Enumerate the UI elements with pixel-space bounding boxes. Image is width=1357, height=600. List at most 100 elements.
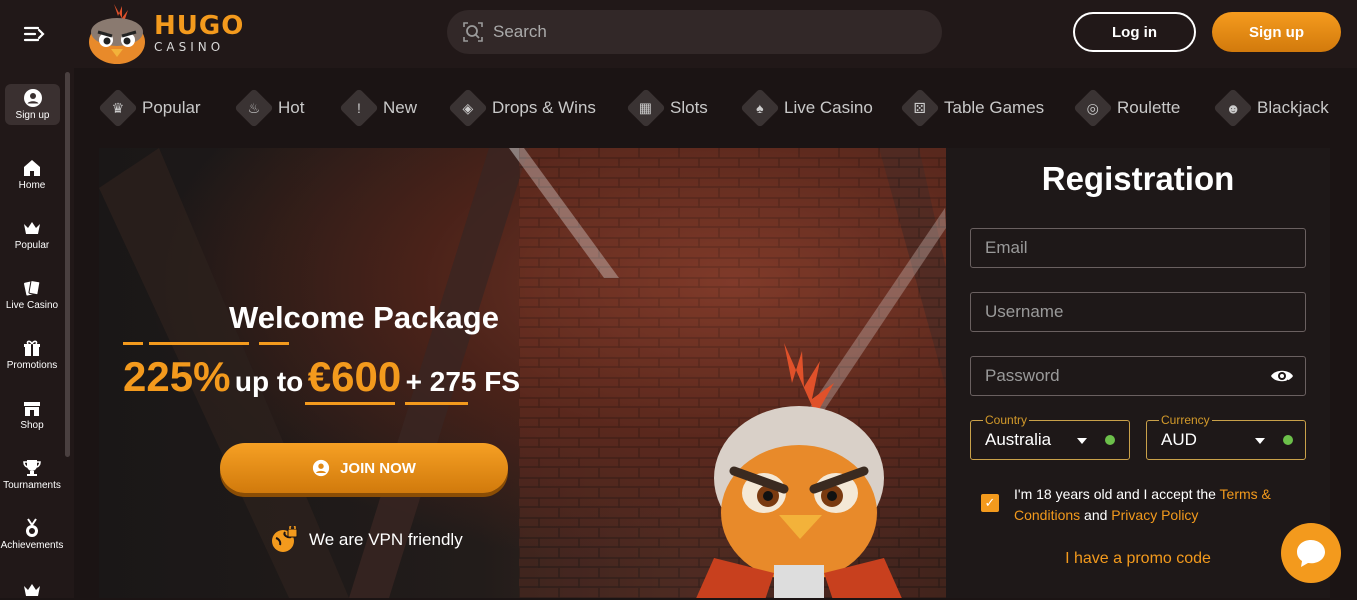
promo-code-link[interactable]: I have a promo code [946,550,1330,568]
search-icon [463,22,483,42]
category-label: Drops & Wins [492,98,596,117]
hero-banner: Welcome Package 225% up to €600 + 275 FS… [99,148,946,598]
bonus-free-spins: + 275 FS [405,366,521,397]
password-field[interactable] [970,356,1306,396]
sidebar-scrollbar[interactable] [65,72,70,457]
currency-select[interactable]: Currency AUD [1146,413,1306,460]
hero-decor-dash [305,402,395,405]
category-table-games[interactable]: ⚄ Table Games [900,88,1045,128]
sidebar-item-more[interactable] [0,578,64,600]
user-icon [23,89,42,107]
flame-icon: ♨ [234,88,274,128]
hero-decor-dash [259,342,289,345]
vpn-notice: We are VPN friendly [271,526,463,554]
user-icon [312,459,330,477]
terms-prefix: I'm 18 years old and I accept the [1014,486,1216,502]
join-now-label: JOIN NOW [340,459,416,477]
category-blackjack[interactable]: ☻ Blackjack [1213,88,1329,128]
category-label: New [383,98,418,117]
menu-toggle-icon[interactable] [22,22,46,46]
category-live-casino[interactable]: ♠ Live Casino [740,88,873,128]
bonus-amount: €600 [307,353,402,400]
category-label: Hot [278,98,305,117]
category-new[interactable]: ! New [339,88,418,128]
terms-checkbox[interactable]: ✓ [981,494,999,512]
hero-decor-dash [405,402,468,405]
category-label: Roulette [1117,98,1181,117]
category-label: Live Casino [784,98,873,117]
blackjack-icon: ☻ [1213,88,1253,128]
country-value: Australia [985,430,1052,449]
logo-wordmark: HUGO CASINO [154,12,244,54]
chevron-down-icon [1077,438,1087,444]
drops-icon: ◈ [448,88,488,128]
category-bar: ♛ Popular ♨ Hot ! New ◈ Drops & Wins ▦ S… [74,68,1357,148]
sidebar-item-achievements[interactable]: Achievements [0,518,64,551]
crown-icon [24,584,40,596]
valid-check-icon [1283,435,1293,445]
top-bar: HUGO CASINO Log in Sign up [0,0,1357,68]
crown-icon [24,222,40,234]
logo[interactable]: HUGO CASINO [84,2,244,66]
exclamation-icon: ! [339,88,379,128]
cards-icon: ♠ [740,88,780,128]
sidebar-item-label: Tournaments [3,480,61,491]
category-label: Table Games [944,98,1045,117]
shop-icon [24,402,40,416]
medal-icon [26,518,38,537]
category-roulette[interactable]: ◎ Roulette [1073,88,1181,128]
live-chat-button[interactable] [1281,523,1341,583]
show-password-eye-icon[interactable] [1270,366,1294,386]
roulette-icon: ◎ [1073,88,1113,128]
gift-icon [24,340,40,356]
sidebar-item-label: Shop [20,420,44,431]
sidebar-item-label: Promotions [6,360,58,371]
sidebar-item-promotions[interactable]: Promotions [0,338,64,371]
login-button[interactable]: Log in [1073,12,1196,52]
home-icon [24,160,40,176]
logo-casino: CASINO [154,40,225,54]
sidebar-item-live-casino[interactable]: Live Casino [0,278,64,311]
sidebar-item-tournaments[interactable]: Tournaments [0,458,64,491]
vpn-text: We are VPN friendly [309,530,463,549]
hero-offer: 225% up to €600 + 275 FS [123,353,520,401]
valid-check-icon [1105,435,1115,445]
country-label: Country [983,413,1030,427]
category-hot[interactable]: ♨ Hot [234,88,305,128]
username-field[interactable] [970,292,1306,332]
registration-title: Registration [1041,160,1235,197]
email-field[interactable] [970,228,1306,268]
hugo-mascot-illustration [696,343,902,598]
terms-text: I'm 18 years old and I accept the Terms … [1014,484,1304,526]
sidebar-item-label: Achievements [0,540,64,551]
bonus-percent: 225% [123,353,231,400]
sidebar: Sign up Home Popular Live Casino Promoti… [0,68,74,598]
slots-icon: ▦ [626,88,666,128]
sidebar-item-label: Home [18,180,46,191]
category-label: Slots [670,98,708,117]
category-slots[interactable]: ▦ Slots [626,88,708,128]
sidebar-item-shop[interactable]: Shop [0,398,64,431]
sidebar-item-popular[interactable]: Popular [0,218,64,251]
join-now-button[interactable]: JOIN NOW [220,443,508,493]
signup-button[interactable]: Sign up [1212,12,1341,52]
crown-icon: ♛ [98,88,138,128]
country-select[interactable]: Country Australia [970,413,1130,460]
search-bar[interactable] [447,10,942,54]
cards-icon [24,280,41,296]
category-label: Popular [142,98,201,117]
sidebar-item-home[interactable]: Home [0,158,64,191]
chat-bubble-icon [1297,540,1325,567]
search-input[interactable] [493,22,893,42]
sidebar-item-label: Live Casino [5,300,59,311]
sidebar-item-signup[interactable]: Sign up [5,84,60,125]
currency-label: Currency [1159,413,1212,427]
category-popular[interactable]: ♛ Popular [98,88,201,128]
bonus-up-to: up to [234,366,304,397]
sidebar-item-label: Popular [14,240,50,251]
hero-title: Welcome Package [229,300,499,335]
trophy-icon [23,460,41,476]
hero-decor-dash [123,342,143,345]
category-drops-wins[interactable]: ◈ Drops & Wins [448,88,596,128]
privacy-link[interactable]: Privacy Policy [1111,507,1198,523]
